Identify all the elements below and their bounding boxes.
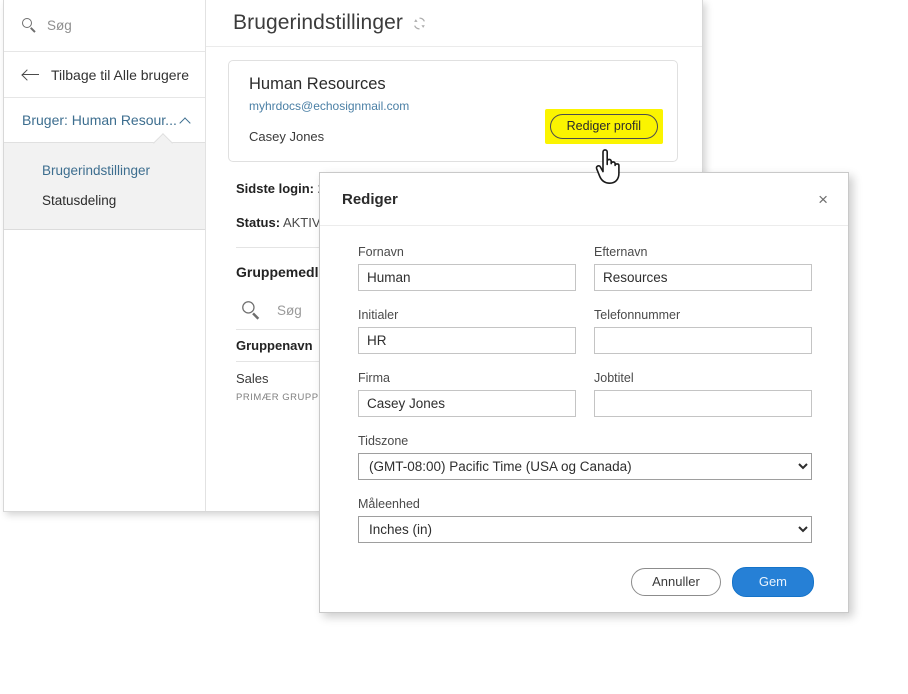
column-header-gruppenavn[interactable]: Gruppenavn (236, 338, 327, 353)
status-label: Status: (236, 215, 280, 230)
dialog-title: Rediger (342, 191, 814, 208)
last-login-label: Sidste login: (236, 181, 314, 196)
first-name-input[interactable] (358, 264, 576, 291)
timezone-select[interactable]: (GMT-08:00) Pacific Time (USA og Canada) (358, 453, 812, 480)
sidebar-submenu: Brugerindstillinger Statusdeling (4, 142, 205, 230)
page-title: Brugerindstillinger (233, 11, 403, 35)
initials-phone-row: Initialer Telefonnummer (358, 308, 812, 354)
main-header: Brugerindstillinger (206, 0, 702, 47)
sidebar-search[interactable]: Søg (4, 0, 205, 52)
sidebar-item-brugerindstillinger[interactable]: Brugerindstillinger (4, 155, 205, 185)
unit-field-group: Måleenhed Inches (in) (358, 497, 812, 543)
company-label: Firma (358, 371, 576, 385)
company-jobtitle-row: Firma Jobtitel (358, 371, 812, 417)
refresh-icon[interactable] (412, 16, 427, 31)
sidebar-user-group-label: Bruger: Human Resour... (22, 112, 180, 128)
edit-profile-button[interactable]: Rediger profil (550, 114, 658, 139)
cancel-button[interactable]: Annuller (631, 568, 721, 596)
company-field-group: Firma (358, 371, 576, 417)
arrow-left-icon (22, 69, 39, 81)
timezone-field-group: Tidszone (GMT-08:00) Pacific Time (USA o… (358, 434, 812, 480)
chevron-up-icon (180, 117, 191, 124)
close-icon[interactable]: × (814, 189, 832, 210)
timezone-row: Tidszone (GMT-08:00) Pacific Time (USA o… (358, 434, 812, 480)
sidebar-item-statusdeling[interactable]: Statusdeling (4, 185, 205, 215)
dialog-footer: Annuller Gem (320, 552, 848, 612)
initials-field-group: Initialer (358, 308, 576, 354)
name-fields-row: Fornavn Efternavn (358, 245, 812, 291)
first-name-label: Fornavn (358, 245, 576, 259)
sidebar: Søg Tilbage til Alle brugere Bruger: Hum… (4, 0, 206, 511)
last-name-input[interactable] (594, 264, 812, 291)
profile-name: Human Resources (249, 75, 657, 94)
sidebar-search-placeholder: Søg (47, 18, 72, 33)
group-search-placeholder: Søg (277, 303, 302, 318)
unit-select[interactable]: Inches (in) (358, 516, 812, 543)
unit-row: Måleenhed Inches (in) (358, 497, 812, 543)
sidebar-item-label: Statusdeling (42, 193, 116, 208)
search-icon (242, 301, 261, 320)
back-link-label: Tilbage til Alle brugere (51, 67, 189, 83)
edit-profile-dialog: Rediger × Fornavn Efternavn Initialer Te… (319, 172, 849, 613)
phone-field-group: Telefonnummer (594, 308, 812, 354)
initials-input[interactable] (358, 327, 576, 354)
job-title-label: Jobtitel (594, 371, 812, 385)
job-title-field-group: Jobtitel (594, 371, 812, 417)
sidebar-item-label: Brugerindstillinger (42, 163, 150, 178)
initials-label: Initialer (358, 308, 576, 322)
column-header-label: Gruppenavn (236, 338, 313, 353)
phone-label: Telefonnummer (594, 308, 812, 322)
dialog-body: Fornavn Efternavn Initialer Telefonnumme… (320, 226, 848, 543)
first-name-field-group: Fornavn (358, 245, 576, 291)
sidebar-user-group-toggle[interactable]: Bruger: Human Resour... (4, 98, 205, 142)
dialog-header: Rediger × (320, 173, 848, 226)
timezone-label: Tidszone (358, 434, 812, 448)
unit-label: Måleenhed (358, 497, 812, 511)
job-title-input[interactable] (594, 390, 812, 417)
company-input[interactable] (358, 390, 576, 417)
phone-input[interactable] (594, 327, 812, 354)
status-value: AKTIV (283, 215, 321, 230)
search-icon (22, 18, 37, 33)
profile-card: Human Resources myhrdocs@echosignmail.co… (228, 60, 678, 162)
last-name-field-group: Efternavn (594, 245, 812, 291)
save-button[interactable]: Gem (732, 567, 814, 597)
edit-profile-highlight: Rediger profil (545, 109, 663, 144)
back-to-all-users-link[interactable]: Tilbage til Alle brugere (4, 52, 205, 98)
last-name-label: Efternavn (594, 245, 812, 259)
